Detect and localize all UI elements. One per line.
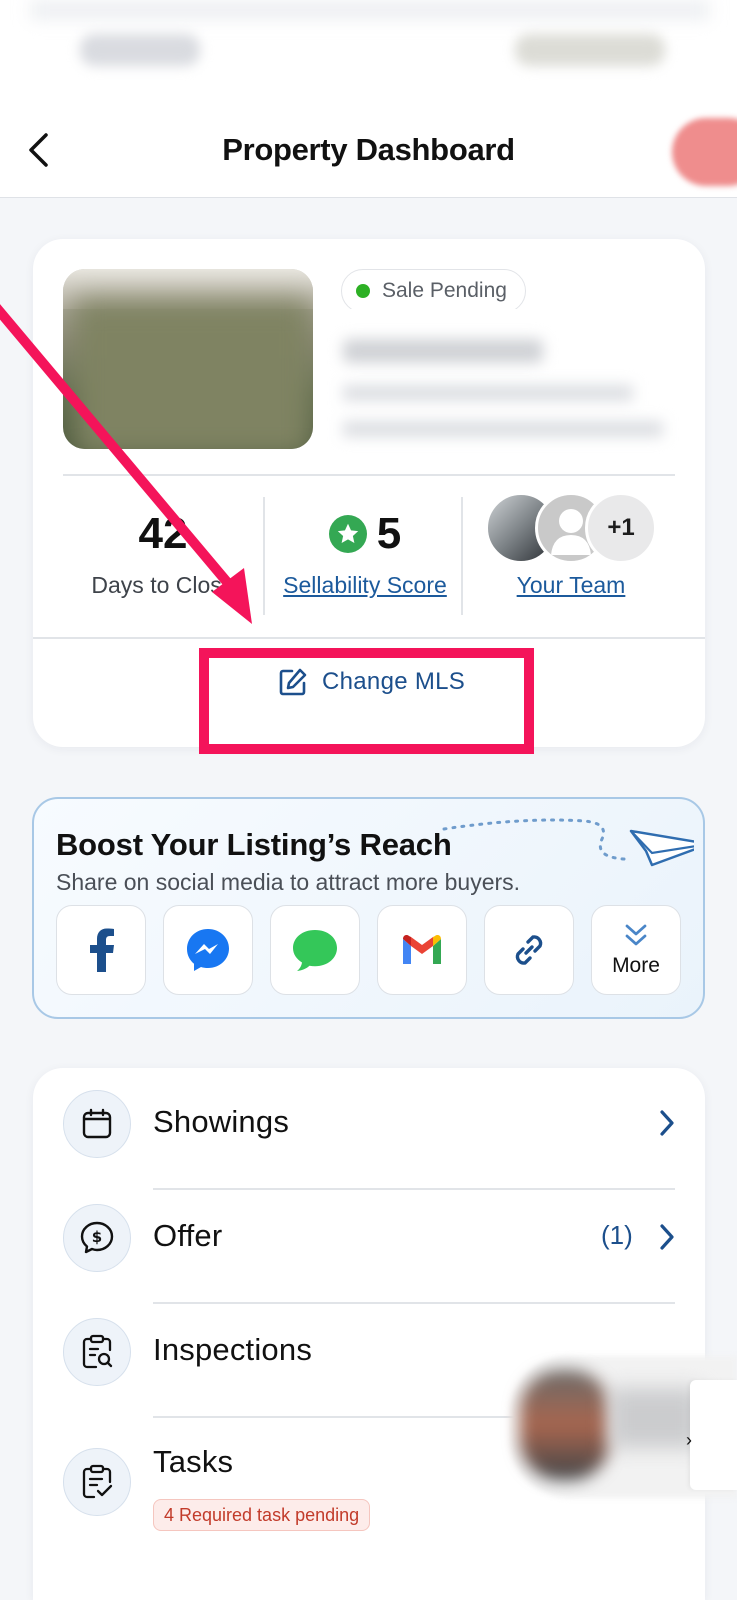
status-dot (356, 284, 370, 298)
gmail-icon (403, 935, 441, 964)
menu-item-showings[interactable]: Showings (33, 1068, 705, 1182)
offer-dollar-icon: $ (63, 1204, 131, 1272)
sellability-score-stat: 5 Sellability Score (265, 484, 465, 609)
divider (461, 497, 463, 615)
clipboard-check-icon (63, 1448, 131, 1516)
days-to-close-value: 42 (138, 509, 188, 558)
divider (63, 474, 675, 476)
status-bar-blurred-time (80, 34, 200, 66)
days-to-close-stat: 42 Days to Close (63, 484, 263, 609)
divider (33, 637, 705, 639)
clipboard-search-icon (63, 1318, 131, 1386)
share-messenger-button[interactable] (163, 905, 253, 995)
property-photo[interactable] (63, 269, 313, 449)
menu-item-label: Offer (153, 1218, 223, 1253)
share-buttons: More (56, 905, 681, 995)
share-gmail-button[interactable] (377, 905, 467, 995)
status-bar (0, 0, 737, 100)
chevron-right-icon (660, 1224, 674, 1250)
days-to-close-label: Days to Close (91, 572, 235, 598)
your-team-stat: +1 Your Team (467, 484, 675, 609)
calendar-icon (63, 1090, 131, 1158)
link-icon (515, 935, 543, 965)
svg-text:$: $ (92, 1228, 102, 1246)
menu-item-label: Tasks (153, 1444, 234, 1479)
status-badge: Sale Pending (341, 269, 526, 313)
share-facebook-button[interactable] (56, 905, 146, 995)
sellability-score-link[interactable]: Sellability Score (283, 572, 447, 599)
more-label: More (612, 954, 660, 977)
messages-icon (293, 930, 337, 971)
messenger-icon (187, 929, 229, 971)
chevron-right-icon (660, 1110, 674, 1136)
status-bar-blurred-icons (515, 34, 665, 66)
boost-listing-card: Boost Your Listing’s Reach Share on soci… (32, 797, 705, 1019)
header-action-button[interactable] (672, 118, 737, 186)
app-bar: Property Dashboard (0, 100, 737, 198)
annotation-highlight-box (199, 648, 534, 754)
page-title: Property Dashboard (222, 132, 515, 167)
task-pending-badge: 4 Required task pending (153, 1499, 371, 1531)
star-icon (328, 515, 367, 553)
dashboard-menu: Showings $ Offer (1) Inspections Tasks 4… (33, 1068, 705, 1600)
floating-chat-widget[interactable]: › (500, 1348, 737, 1498)
status-badge-label: Sale Pending (382, 279, 507, 302)
boost-title: Boost Your Listing’s Reach (56, 827, 452, 862)
sellability-score-value: 5 (376, 509, 402, 558)
menu-item-label: Inspections (153, 1332, 313, 1367)
your-team-link[interactable]: Your Team (517, 572, 626, 599)
share-more-button[interactable]: More (591, 905, 681, 995)
property-address-blurred (333, 309, 688, 449)
paper-plane-icon (442, 818, 694, 867)
share-messages-button[interactable] (270, 905, 360, 995)
chevron-double-down-icon (625, 924, 647, 946)
menu-item-offer[interactable]: $ Offer (1) (33, 1182, 705, 1296)
share-copy-link-button[interactable] (484, 905, 574, 995)
team-extra-count[interactable]: +1 (585, 492, 657, 564)
menu-item-label: Showings (153, 1104, 290, 1139)
facebook-icon (90, 928, 114, 972)
offer-count: (1) (601, 1220, 633, 1250)
